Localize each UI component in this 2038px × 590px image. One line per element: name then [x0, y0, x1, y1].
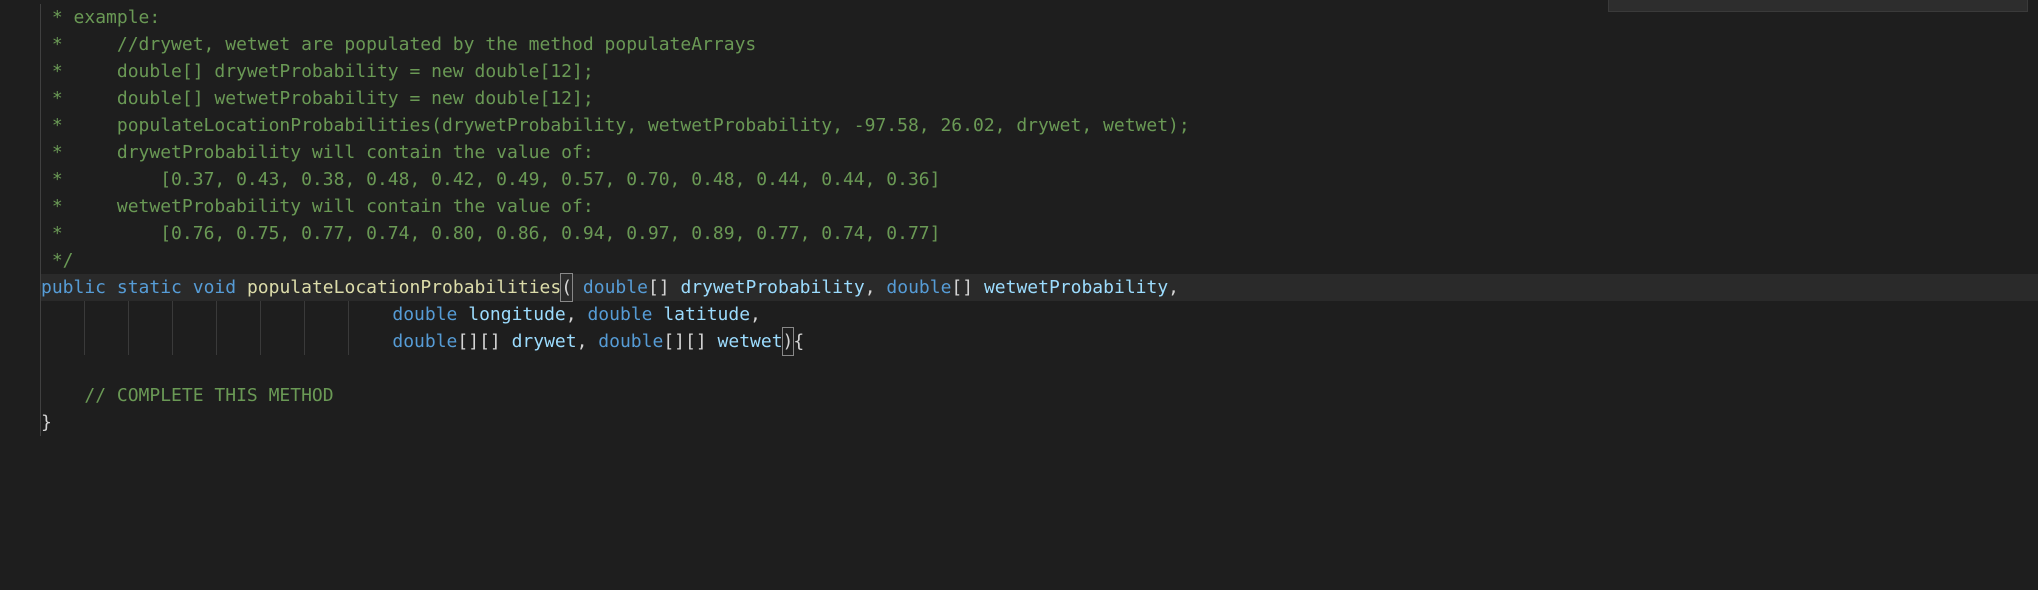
code-line[interactable]: * wetwetProbability will contain the val… — [40, 193, 2038, 220]
indent-guide — [261, 301, 305, 328]
code-line[interactable]: * //drywet, wetwet are populated by the … — [40, 31, 2038, 58]
code-editor[interactable]: * example: * //drywet, wetwet are popula… — [0, 0, 2038, 436]
code-line[interactable]: * [0.76, 0.75, 0.77, 0.74, 0.80, 0.86, 0… — [40, 220, 2038, 247]
code-line[interactable]: * double[] drywetProbability = new doubl… — [40, 58, 2038, 85]
indent-guide — [261, 328, 305, 355]
code-line[interactable]: double longitude, double latitude, — [40, 301, 2038, 328]
code-line[interactable]: // COMPLETE THIS METHOD — [40, 382, 2038, 409]
code-token: double — [886, 274, 951, 301]
code-token: * — [41, 4, 74, 31]
code-token: // COMPLETE THIS METHOD — [84, 382, 333, 409]
code-line[interactable] — [40, 355, 2038, 382]
code-token: double — [392, 301, 457, 328]
code-token: wetwet — [718, 328, 783, 355]
code-token: */ — [41, 247, 74, 274]
indent-guide — [129, 301, 173, 328]
code-line[interactable]: * populateLocationProbabilities(drywetPr… — [40, 112, 2038, 139]
indent-guide — [40, 355, 41, 382]
code-token: * — [41, 166, 160, 193]
code-line[interactable]: * double[] wetwetProbability = new doubl… — [40, 85, 2038, 112]
code-token — [572, 274, 583, 301]
code-token: drywet — [512, 328, 577, 355]
code-token: * — [41, 193, 117, 220]
indent-guide — [85, 328, 129, 355]
code-token: , — [577, 328, 599, 355]
indent-guide — [305, 301, 349, 328]
code-token: * — [41, 220, 160, 247]
code-token: drywetProbability — [680, 274, 864, 301]
indent-guide — [85, 301, 129, 328]
code-token: double — [598, 328, 663, 355]
code-token: double — [583, 274, 648, 301]
code-token: [][] — [663, 328, 717, 355]
code-token: latitude — [663, 301, 750, 328]
indent-guide — [173, 328, 217, 355]
indent-guide — [173, 301, 217, 328]
indent-guide — [217, 328, 261, 355]
code-token: * — [41, 139, 117, 166]
code-token: wetwetProbability — [984, 274, 1168, 301]
code-token — [106, 274, 117, 301]
indent-guide — [129, 328, 173, 355]
code-line[interactable]: * drywetProbability will contain the val… — [40, 139, 2038, 166]
code-token: [] — [951, 274, 984, 301]
code-line[interactable]: */ — [40, 247, 2038, 274]
code-token: * — [41, 112, 117, 139]
code-token: drywetProbability will contain the value… — [117, 139, 594, 166]
code-token: double — [587, 301, 652, 328]
code-token — [236, 274, 247, 301]
code-token — [182, 274, 193, 301]
code-token: example: — [74, 4, 161, 31]
code-token: populateLocationProbabilities(drywetProb… — [117, 112, 1190, 139]
code-token: [] — [648, 274, 681, 301]
code-line[interactable]: * example: — [40, 4, 2038, 31]
code-token: public — [41, 274, 106, 301]
code-token: double[] wetwetProbability = new double[… — [117, 85, 594, 112]
code-token: , — [1168, 274, 1190, 301]
code-token: [0.37, 0.43, 0.38, 0.48, 0.42, 0.49, 0.5… — [160, 166, 940, 193]
code-token: longitude — [468, 301, 566, 328]
code-token: } — [41, 409, 52, 436]
code-token: //drywet, wetwet are populated by the me… — [117, 31, 756, 58]
code-token — [41, 382, 84, 409]
code-line[interactable]: public static void populateLocationProba… — [40, 274, 2038, 301]
indent-guide — [41, 301, 85, 328]
code-token: * — [41, 85, 117, 112]
code-token: [][] — [457, 328, 511, 355]
code-line[interactable]: * [0.37, 0.43, 0.38, 0.48, 0.42, 0.49, 0… — [40, 166, 2038, 193]
code-token: populateLocationProbabilities — [247, 274, 561, 301]
code-token: , — [566, 301, 588, 328]
code-token: wetwetProbability will contain the value… — [117, 193, 594, 220]
code-line[interactable]: } — [40, 409, 2038, 436]
indent-guide — [217, 301, 261, 328]
indent-guide — [41, 328, 85, 355]
code-token: double — [392, 328, 457, 355]
code-token — [653, 301, 664, 328]
indent-guide — [305, 328, 349, 355]
code-token: * — [41, 58, 117, 85]
code-token — [457, 301, 468, 328]
code-token: double[] drywetProbability = new double[… — [117, 58, 594, 85]
code-token: void — [193, 274, 236, 301]
code-token: static — [117, 274, 182, 301]
code-token: , — [865, 274, 887, 301]
code-token: { — [793, 328, 804, 355]
code-line[interactable]: double[][] drywet, double[][] wetwet){ — [40, 328, 2038, 355]
code-token: , — [750, 301, 772, 328]
code-token: [0.76, 0.75, 0.77, 0.74, 0.80, 0.86, 0.9… — [160, 220, 940, 247]
code-token: * — [41, 31, 117, 58]
